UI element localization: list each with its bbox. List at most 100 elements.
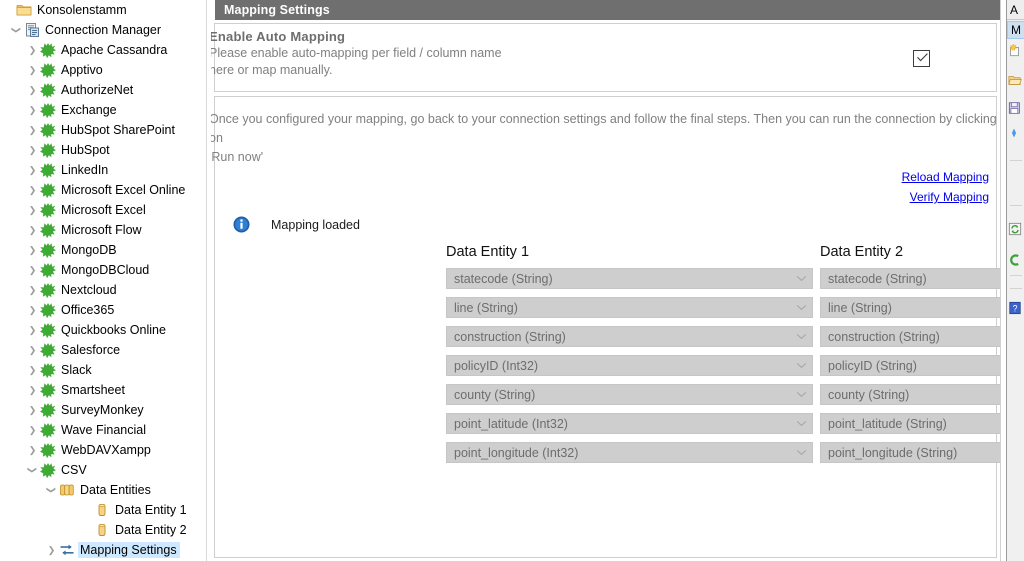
chevron-right-icon[interactable]: ❯ bbox=[26, 40, 39, 60]
help-icon[interactable]: ? bbox=[1008, 300, 1024, 316]
open-folder-icon[interactable] bbox=[1008, 72, 1024, 88]
tree-item-konsolenstamm[interactable]: Konsolenstamm bbox=[0, 0, 200, 20]
connection-tree-sidebar[interactable]: Konsolenstamm ❯ Connection Manager ❯ Apache … bbox=[0, 0, 200, 561]
chevron-down-icon[interactable] bbox=[790, 333, 812, 340]
chevron-right-icon[interactable]: ❯ bbox=[26, 420, 39, 440]
tree-item-wave-financial[interactable]: ❯ Wave Financial bbox=[0, 420, 200, 440]
chevron-down-icon[interactable]: ❯ bbox=[42, 484, 62, 497]
chevron-right-icon[interactable]: ❯ bbox=[26, 300, 39, 320]
tree-item-mapping-settings[interactable]: ❯ Mapping Settings bbox=[0, 540, 200, 560]
save-icon[interactable] bbox=[1008, 100, 1024, 116]
tree-item-slack[interactable]: ❯ Slack bbox=[0, 360, 200, 380]
entity1-field-combo-7[interactable]: point_longitude (Int32) bbox=[446, 442, 813, 463]
right-toolbar-strip[interactable]: A M ? bbox=[1006, 0, 1024, 561]
tree-item-mongodbcloud[interactable]: ❯ MongoDBCloud bbox=[0, 260, 200, 280]
chevron-down-icon[interactable] bbox=[790, 449, 812, 456]
tree-item-hubspot-sharepoint[interactable]: ❯ HubSpot SharePoint bbox=[0, 120, 200, 140]
tree-item-label: HubSpot SharePoint bbox=[61, 123, 175, 137]
entity1-field-combo-3[interactable]: construction (String) bbox=[446, 326, 813, 347]
tree-item-microsoft-excel-online[interactable]: ❯ Microsoft Excel Online bbox=[0, 180, 200, 200]
tree-item-authorizenet[interactable]: ❯ AuthorizeNet bbox=[0, 80, 200, 100]
plug-icon bbox=[39, 242, 56, 258]
chevron-right-icon[interactable]: ❯ bbox=[26, 200, 39, 220]
tree-item-microsoft-flow[interactable]: ❯ Microsoft Flow bbox=[0, 220, 200, 240]
chevron-right-icon[interactable]: ❯ bbox=[26, 120, 39, 140]
field-value: policyID (Int32) bbox=[454, 358, 539, 373]
entity2-field-combo-4[interactable]: policyID (String) bbox=[820, 355, 1000, 376]
chevron-right-icon[interactable]: ❯ bbox=[26, 360, 39, 380]
chevron-down-icon[interactable] bbox=[790, 362, 812, 369]
chevron-right-icon[interactable]: ❯ bbox=[26, 380, 39, 400]
tree-item-office365[interactable]: ❯ Office365 bbox=[0, 300, 200, 320]
tree-item-salesforce[interactable]: ❯ Salesforce bbox=[0, 340, 200, 360]
field-value: statecode (String) bbox=[828, 271, 927, 286]
right-strip-selected-item[interactable]: M bbox=[1007, 21, 1024, 39]
tree-item-hubspot[interactable]: ❯ HubSpot bbox=[0, 140, 200, 160]
chevron-right-icon[interactable]: ❯ bbox=[26, 240, 39, 260]
chevron-down-icon[interactable] bbox=[790, 304, 812, 311]
plug-icon bbox=[39, 362, 56, 378]
tree-item-microsoft-excel[interactable]: ❯ Microsoft Excel bbox=[0, 200, 200, 220]
tree-item-apptivo[interactable]: ❯ Apptivo bbox=[0, 60, 200, 80]
entity2-field-combo-5[interactable]: county (String) bbox=[820, 384, 1000, 405]
new-item-icon[interactable] bbox=[1008, 42, 1024, 58]
tree-item-data-entity-2[interactable]: Data Entity 2 bbox=[0, 520, 200, 540]
chevron-down-icon[interactable] bbox=[790, 391, 812, 398]
toolbar-separator bbox=[1010, 205, 1022, 206]
entity1-field-combo-4[interactable]: policyID (Int32) bbox=[446, 355, 813, 376]
chevron-right-icon[interactable]: ❯ bbox=[26, 320, 39, 340]
tree-item-webdavxampp[interactable]: ❯ WebDAVXampp bbox=[0, 440, 200, 460]
chevron-right-icon[interactable]: ❯ bbox=[26, 140, 39, 160]
blue-diamond-icon[interactable] bbox=[1008, 125, 1024, 141]
chevron-right-icon[interactable]: ❯ bbox=[26, 280, 39, 300]
chevron-right-icon[interactable]: ❯ bbox=[26, 400, 39, 420]
chevron-down-icon[interactable]: ❯ bbox=[7, 24, 27, 37]
data-entity-icon bbox=[93, 502, 110, 518]
chevron-right-icon[interactable]: ❯ bbox=[26, 100, 39, 120]
tree-item-smartsheet[interactable]: ❯ Smartsheet bbox=[0, 380, 200, 400]
data-entity-1-title: Data Entity 1 bbox=[446, 244, 530, 260]
chevron-right-icon[interactable]: ❯ bbox=[26, 260, 39, 280]
entity2-field-combo-1[interactable]: statecode (String) bbox=[820, 268, 1000, 289]
chevron-right-icon[interactable]: ❯ bbox=[26, 340, 39, 360]
tree-item-data-entity-1[interactable]: Data Entity 1 bbox=[0, 500, 200, 520]
tree-item-data-entities[interactable]: ❯ Data Entities bbox=[0, 480, 200, 500]
entity1-field-combo-2[interactable]: line (String) bbox=[446, 297, 813, 318]
field-value: point_latitude (Int32) bbox=[454, 416, 568, 431]
entity1-field-combo-5[interactable]: county (String) bbox=[446, 384, 813, 405]
tree-item-connection-manager[interactable]: ❯ Connection Manager bbox=[0, 20, 200, 40]
green-c-icon[interactable] bbox=[1008, 252, 1024, 268]
chevron-down-icon[interactable] bbox=[790, 420, 812, 427]
entity2-field-combo-3[interactable]: construction (String) bbox=[820, 326, 1000, 347]
reload-mapping-link[interactable]: Reload Mapping bbox=[902, 170, 989, 184]
entity2-field-combo-2[interactable]: line (String) bbox=[820, 297, 1000, 318]
chevron-down-icon[interactable] bbox=[790, 275, 812, 282]
entity1-field-combo-6[interactable]: point_latitude (Int32) bbox=[446, 413, 813, 434]
tree-item-linkedin[interactable]: ❯ LinkedIn bbox=[0, 160, 200, 180]
tree-item-quickbooks-online[interactable]: ❯ Quickbooks Online bbox=[0, 320, 200, 340]
verify-mapping-link[interactable]: Verify Mapping bbox=[910, 190, 989, 204]
chevron-right-icon[interactable]: ❯ bbox=[26, 220, 39, 240]
chevron-right-icon[interactable]: ❯ bbox=[26, 180, 39, 200]
tree-item-apache-cassandra[interactable]: ❯ Apache Cassandra bbox=[0, 40, 200, 60]
tree-item-label: SurveyMonkey bbox=[61, 403, 144, 417]
chevron-right-icon[interactable]: ❯ bbox=[26, 160, 39, 180]
entity1-field-combo-1[interactable]: statecode (String) bbox=[446, 268, 813, 289]
tree-item-csv[interactable]: ❯ CSV bbox=[0, 460, 200, 480]
tree-item-nextcloud[interactable]: ❯ Nextcloud bbox=[0, 280, 200, 300]
right-strip-tab[interactable]: A bbox=[1007, 0, 1024, 20]
tree-item-surveymonkey[interactable]: ❯ SurveyMonkey bbox=[0, 400, 200, 420]
chevron-down-icon[interactable]: ❯ bbox=[23, 464, 43, 477]
chevron-right-icon[interactable]: ❯ bbox=[26, 440, 39, 460]
enable-auto-mapping-checkbox[interactable] bbox=[913, 50, 930, 67]
chevron-right-icon[interactable]: ❯ bbox=[26, 80, 39, 100]
tree-item-exchange[interactable]: ❯ Exchange bbox=[0, 100, 200, 120]
tree-item-label: Slack bbox=[61, 363, 92, 377]
tree-item-mongodb[interactable]: ❯ MongoDB bbox=[0, 240, 200, 260]
tree-item-label: Office365 bbox=[61, 303, 115, 317]
chevron-right-icon[interactable]: ❯ bbox=[26, 60, 39, 80]
chevron-right-icon[interactable]: ❯ bbox=[45, 540, 58, 560]
entity2-field-combo-6[interactable]: point_latitude (String) bbox=[820, 413, 1000, 434]
refresh-icon[interactable] bbox=[1008, 221, 1024, 237]
entity2-field-combo-7[interactable]: point_longitude (String) bbox=[820, 442, 1000, 463]
